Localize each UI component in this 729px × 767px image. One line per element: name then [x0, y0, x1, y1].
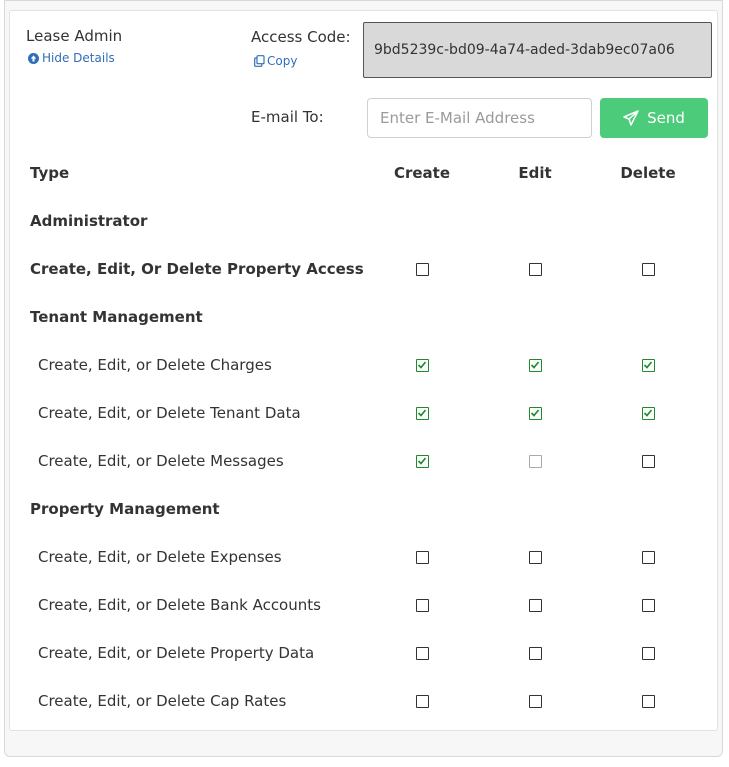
create-checkbox[interactable] — [415, 646, 429, 660]
table-row: Create, Edit, or Delete Property Data — [10, 629, 717, 677]
create-checkbox[interactable] — [415, 406, 429, 420]
create-checkbox[interactable] — [415, 454, 429, 468]
permission-label: Create, Edit, or Delete Cap Rates — [38, 692, 287, 710]
delete-cell — [628, 437, 668, 485]
edit-checkbox[interactable] — [528, 358, 542, 372]
section-header-row: Tenant Management — [10, 293, 717, 341]
edit-cell — [515, 629, 555, 677]
delete-checkbox[interactable] — [641, 646, 655, 660]
column-header-edit: Edit — [518, 164, 552, 182]
table-header-row: Type Create Edit Delete — [10, 149, 717, 197]
arrow-circle-up-icon — [28, 52, 39, 64]
permission-label: Create, Edit, or Delete Messages — [38, 452, 284, 470]
edit-cell — [515, 389, 555, 437]
table-row: Create, Edit, or Delete Cap Rates — [10, 677, 717, 725]
edit-checkbox[interactable] — [528, 406, 542, 420]
edit-cell — [515, 677, 555, 725]
section-label: Property Management — [30, 500, 220, 518]
delete-cell — [628, 581, 668, 629]
permission-label: Create, Edit, or Delete Bank Accounts — [38, 596, 321, 614]
delete-checkbox[interactable] — [641, 358, 655, 372]
role-name: Lease Admin — [26, 27, 123, 45]
edit-cell — [515, 245, 555, 293]
edit-checkbox[interactable] — [528, 550, 542, 564]
delete-cell — [628, 533, 668, 581]
delete-checkbox[interactable] — [641, 694, 655, 708]
email-label: E-mail To: — [251, 108, 324, 126]
create-cell — [402, 629, 442, 677]
delete-checkbox[interactable] — [641, 454, 655, 468]
hide-details-label: Hide Details — [42, 51, 115, 65]
column-header-type: Type — [30, 164, 70, 182]
column-header-create: Create — [393, 164, 451, 182]
access-code-label: Access Code: — [251, 28, 351, 46]
create-cell — [402, 245, 442, 293]
table-row: Create, Edit, or Delete Charges — [10, 341, 717, 389]
table-row: Create, Edit, or Delete Messages — [10, 437, 717, 485]
edit-checkbox[interactable] — [528, 598, 542, 612]
edit-cell — [515, 437, 555, 485]
delete-checkbox[interactable] — [641, 550, 655, 564]
delete-checkbox[interactable] — [641, 598, 655, 612]
table-row: Create, Edit, Or Delete Property Access — [10, 245, 717, 293]
create-cell — [402, 581, 442, 629]
delete-checkbox[interactable] — [641, 406, 655, 420]
permission-label: Create, Edit, or Delete Tenant Data — [38, 404, 301, 422]
table-row: Create, Edit, or Delete Tenant Data — [10, 389, 717, 437]
permission-label: Create, Edit, Or Delete Property Access — [30, 260, 364, 278]
create-cell — [402, 677, 442, 725]
column-header-delete: Delete — [620, 164, 676, 182]
copy-button[interactable]: Copy — [254, 54, 297, 68]
edit-checkbox[interactable] — [528, 694, 542, 708]
edit-checkbox[interactable] — [528, 646, 542, 660]
access-code-field[interactable]: 9bd5239c-bd09-4a74-aded-3dab9ec07a06 — [363, 22, 712, 78]
copy-label: Copy — [267, 54, 298, 68]
permission-label: Create, Edit, or Delete Expenses — [38, 548, 282, 566]
create-cell — [402, 389, 442, 437]
permission-label: Create, Edit, or Delete Property Data — [38, 644, 315, 662]
delete-cell — [628, 245, 668, 293]
create-checkbox[interactable] — [415, 358, 429, 372]
edit-cell — [515, 341, 555, 389]
permission-label: Create, Edit, or Delete Charges — [38, 356, 272, 374]
delete-cell — [628, 341, 668, 389]
email-input[interactable] — [367, 98, 592, 138]
edit-cell — [515, 533, 555, 581]
table-row: Create, Edit, or Delete Expenses — [10, 533, 717, 581]
edit-checkbox — [528, 454, 542, 468]
section-label: Administrator — [30, 212, 148, 230]
delete-cell — [628, 389, 668, 437]
edit-cell — [515, 581, 555, 629]
create-checkbox[interactable] — [415, 262, 429, 276]
paper-plane-icon — [623, 110, 639, 126]
create-checkbox[interactable] — [415, 694, 429, 708]
send-button[interactable]: Send — [600, 98, 708, 138]
section-header-row: Property Management — [10, 485, 717, 533]
section-label: Tenant Management — [30, 308, 203, 326]
send-label: Send — [647, 109, 685, 127]
section-header-row: Administrator — [10, 197, 717, 245]
delete-checkbox[interactable] — [641, 262, 655, 276]
table-row: Create, Edit, or Delete Bank Accounts — [10, 581, 717, 629]
copy-icon — [254, 55, 265, 67]
delete-cell — [628, 677, 668, 725]
delete-cell — [628, 629, 668, 677]
create-checkbox[interactable] — [415, 550, 429, 564]
edit-checkbox[interactable] — [528, 262, 542, 276]
hide-details-link[interactable]: Hide Details — [28, 51, 115, 65]
create-cell — [402, 341, 442, 389]
create-cell — [402, 437, 442, 485]
create-checkbox[interactable] — [415, 598, 429, 612]
create-cell — [402, 533, 442, 581]
